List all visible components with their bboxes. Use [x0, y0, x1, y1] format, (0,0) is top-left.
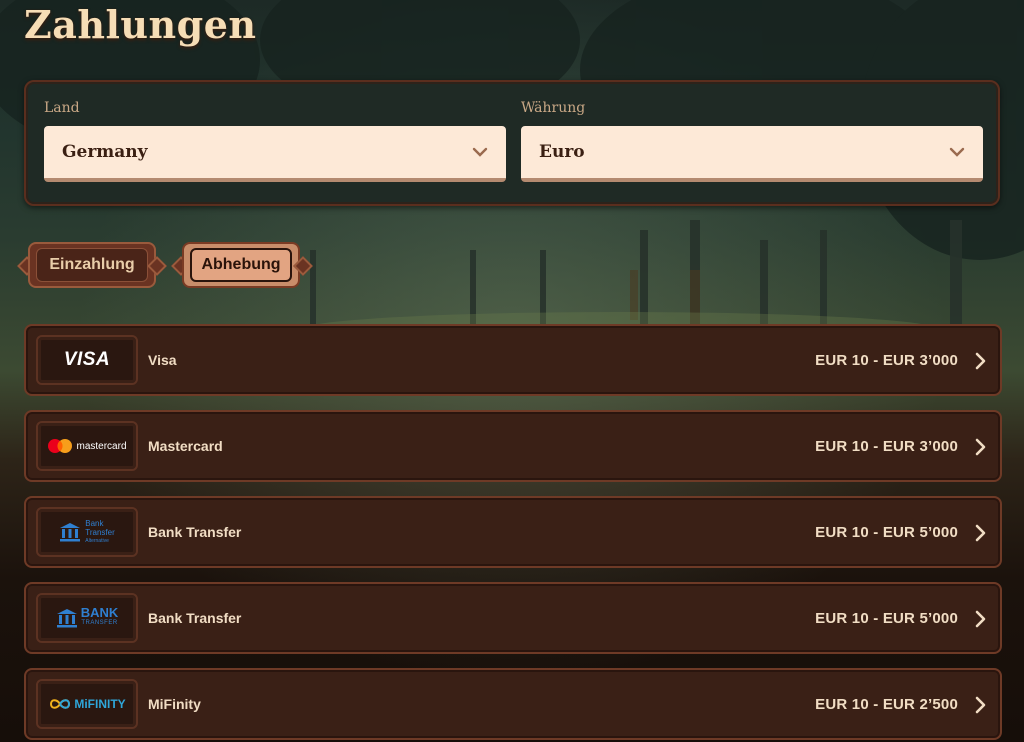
payment-method-row-bank-transfer[interactable]: BANK TRANSFER Bank Transfer EUR 10 - EUR…	[24, 582, 1002, 654]
tab-abhebung[interactable]: Abhebung	[182, 242, 300, 288]
infinity-icon	[50, 699, 71, 709]
chevron-down-icon	[949, 147, 965, 157]
payment-method-row-mifinity[interactable]: MiFINITY MiFinity EUR 10 - EUR 2’500	[24, 668, 1002, 740]
payment-method-limits: EUR 10 - EUR 2’500	[815, 695, 958, 713]
payment-method-name: Mastercard	[148, 438, 223, 454]
country-label: Land	[44, 100, 80, 116]
chevron-right-icon	[975, 438, 986, 456]
payment-method-limits: EUR 10 - EUR 5’000	[815, 523, 958, 541]
chevron-right-icon	[975, 696, 986, 714]
payment-method-limits: EUR 10 - EUR 3’000	[815, 437, 958, 455]
chevron-right-icon	[975, 524, 986, 542]
mastercard-circles-icon	[48, 439, 73, 453]
payment-method-name: Bank Transfer	[148, 524, 242, 540]
bank-building-icon	[56, 609, 77, 628]
payment-method-row-mastercard[interactable]: mastercard Mastercard EUR 10 - EUR 3’000	[24, 410, 1002, 482]
mastercard-logo: mastercard	[36, 421, 138, 471]
currency-select-value: Euro	[539, 142, 585, 162]
payment-method-row-visa[interactable]: VISA Visa EUR 10 - EUR 3’000	[24, 324, 1002, 396]
payment-method-limits: EUR 10 - EUR 3’000	[815, 351, 958, 369]
chevron-right-icon	[975, 352, 986, 370]
tab-einzahlung[interactable]: Einzahlung	[28, 242, 156, 288]
tab-einzahlung-label: Einzahlung	[49, 256, 135, 273]
currency-label: Währung	[521, 100, 586, 116]
chevron-right-icon	[975, 610, 986, 628]
country-select-value: Germany	[62, 142, 148, 162]
visa-logo: VISA	[36, 335, 138, 385]
tab-abhebung-label: Abhebung	[201, 256, 281, 273]
country-select[interactable]: Germany	[44, 126, 506, 182]
currency-select[interactable]: Euro	[521, 126, 983, 182]
payment-method-name: Bank Transfer	[148, 610, 242, 626]
payment-method-name: MiFinity	[148, 696, 201, 712]
bank-transfer-alternative-logo: Bank Transfer Alternative	[36, 507, 138, 557]
bank-building-icon	[60, 523, 81, 542]
bank-transfer-logo: BANK TRANSFER	[36, 593, 138, 643]
payment-method-name: Visa	[148, 352, 177, 368]
payment-method-limits: EUR 10 - EUR 5’000	[815, 609, 958, 627]
payment-filters: Land Germany Währung Euro	[24, 80, 1000, 206]
chevron-down-icon	[472, 147, 488, 157]
page-title: Zahlungen	[24, 2, 257, 47]
payment-method-row-bank-transfer-alternative[interactable]: Bank Transfer Alternative Bank Transfer …	[24, 496, 1002, 568]
mifinity-logo: MiFINITY	[36, 679, 138, 729]
